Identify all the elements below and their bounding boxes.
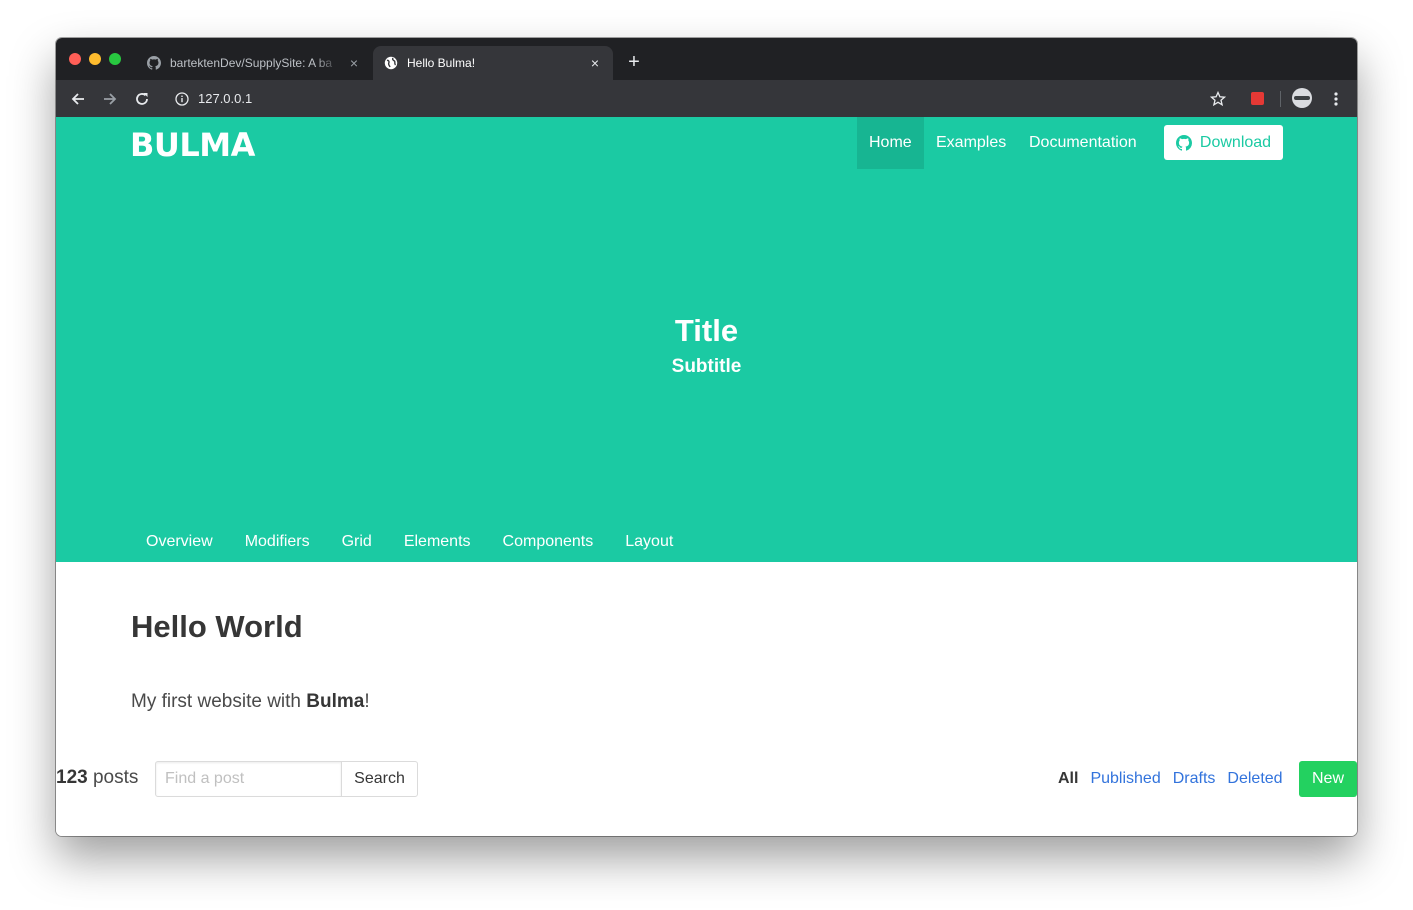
close-window-button[interactable]: [69, 53, 81, 65]
filter-deleted[interactable]: Deleted: [1227, 770, 1282, 788]
menu-icon[interactable]: [1326, 89, 1346, 109]
hero-title: Title: [674, 313, 739, 348]
browser-toolbar: 127.0.0.1: [56, 80, 1357, 117]
new-tab-button[interactable]: +: [624, 52, 644, 72]
search-input[interactable]: [155, 761, 342, 797]
filter-all[interactable]: All: [1058, 770, 1078, 788]
hero-subtitle: Subtitle: [671, 356, 742, 377]
tab-close-button[interactable]: ×: [346, 55, 362, 71]
profile-icon[interactable]: [1292, 88, 1312, 108]
subtitle-bold: Bulma: [306, 691, 365, 712]
post-filters: All Published Drafts Deleted: [1058, 761, 1295, 797]
tab-strip: bartektenDev/SupplySite: A ba × Hello Bu…: [56, 38, 1357, 80]
hero-tabs: Overview Modifiers Grid Elements Compone…: [130, 527, 689, 557]
extension-icon[interactable]: [1251, 92, 1264, 105]
download-button[interactable]: Download: [1164, 125, 1283, 160]
tab-title: Hello Bulma!: [407, 56, 476, 70]
subtitle-suffix: !: [364, 691, 370, 712]
post-count: 123 posts: [56, 767, 138, 789]
star-icon[interactable]: [1208, 89, 1228, 109]
search-button[interactable]: Search: [341, 761, 418, 797]
github-icon: [146, 55, 162, 71]
address-bar[interactable]: 127.0.0.1: [166, 84, 1246, 113]
maximize-window-button[interactable]: [109, 53, 121, 65]
subtitle-text: My first website with: [131, 691, 307, 712]
tab-hello-bulma[interactable]: Hello Bulma! ×: [373, 46, 613, 80]
tab-close-button[interactable]: ×: [587, 55, 603, 71]
minimize-window-button[interactable]: [89, 53, 101, 65]
hero-tab-grid[interactable]: Grid: [326, 527, 388, 557]
tab-github[interactable]: bartektenDev/SupplySite: A ba ×: [136, 46, 372, 80]
filter-drafts[interactable]: Drafts: [1173, 770, 1216, 788]
toolbar-divider: [1280, 91, 1281, 107]
hero-tab-modifiers[interactable]: Modifiers: [229, 527, 326, 557]
reload-icon[interactable]: [132, 89, 152, 109]
globe-icon: [383, 55, 399, 71]
forward-icon[interactable]: [100, 89, 120, 109]
page-subtitle: My first website with Bulma!: [131, 691, 370, 713]
filter-published[interactable]: Published: [1090, 770, 1160, 788]
info-icon[interactable]: [174, 91, 190, 107]
hero-tab-elements[interactable]: Elements: [388, 527, 487, 557]
new-post-button[interactable]: New: [1299, 761, 1357, 797]
nav-item-examples[interactable]: Examples: [924, 117, 1018, 169]
page-title: Hello World: [131, 609, 303, 644]
download-label: Download: [1199, 133, 1272, 151]
hero-section: BULMA Home Examples Documentation Downlo…: [56, 117, 1357, 562]
hero-tab-components[interactable]: Components: [487, 527, 610, 557]
back-icon[interactable]: [68, 89, 88, 109]
nav-item-documentation[interactable]: Documentation: [1017, 117, 1149, 169]
post-count-number: 123: [56, 767, 88, 788]
browser-window: bartektenDev/SupplySite: A ba × Hello Bu…: [56, 38, 1357, 836]
page-content: BULMA Home Examples Documentation Downlo…: [56, 117, 1357, 836]
tab-title: bartektenDev/SupplySite: A ba: [170, 56, 333, 70]
hero-tab-overview[interactable]: Overview: [130, 527, 229, 557]
nav-item-home[interactable]: Home: [857, 117, 924, 169]
url-text: 127.0.0.1: [198, 91, 253, 106]
hero-tab-layout[interactable]: Layout: [609, 527, 689, 557]
bulma-logo[interactable]: BULMA: [130, 126, 255, 164]
post-count-label: posts: [87, 767, 139, 788]
github-icon: [1175, 134, 1192, 151]
